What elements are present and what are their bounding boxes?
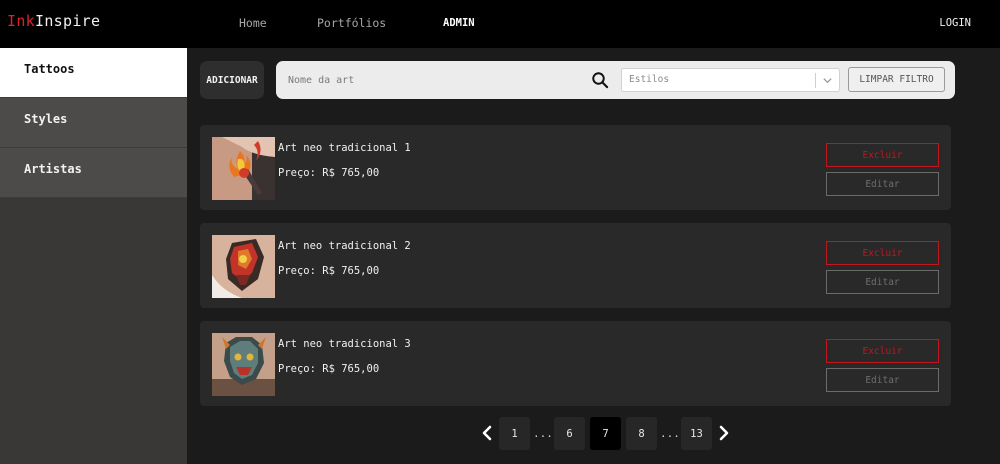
tattoo-torch-image[interactable] [212,137,275,200]
edit-button[interactable]: Editar [826,270,939,294]
main-content: ADICIONAR Estilos LIMPAR FILTRO [187,48,1000,464]
add-button[interactable]: ADICIONAR [200,61,264,99]
brand-logo[interactable]: InkInspire [7,12,100,30]
edit-button[interactable]: Editar [826,368,939,392]
art-price: Preço: R$ 765,00 [278,167,380,179]
brand-name: Inspire [35,12,101,30]
styles-select-placeholder: Estilos [629,74,670,85]
art-title: Art neo tradicional 2 [278,240,411,252]
delete-button[interactable]: Excluir [826,339,939,363]
clear-filter-button[interactable]: LIMPAR FILTRO [848,67,945,92]
search-input[interactable] [288,68,588,92]
art-card: Art neo tradicional 1 Preço: R$ 765,00 E… [200,125,951,210]
art-price: Preço: R$ 765,00 [278,265,380,277]
page-button[interactable]: 1 [499,417,530,450]
delete-button[interactable]: Excluir [826,143,939,167]
select-divider [815,73,816,88]
filter-bar: Estilos LIMPAR FILTRO [276,61,955,99]
login-link[interactable]: LOGIN [939,17,971,29]
page-button[interactable]: 8 [626,417,657,450]
tattoo-beast-image[interactable] [212,333,275,396]
sidebar-item-artistas[interactable]: Artistas [0,148,187,198]
pagination: 1 ... 6 7 8 ... 13 [187,417,1000,450]
art-title: Art neo tradicional 1 [278,142,411,154]
page-button[interactable]: 6 [554,417,585,450]
nav-admin[interactable]: ADMIN [443,17,475,29]
top-navbar: InkInspire Home Portfólios ADMIN LOGIN [0,0,1000,48]
art-title: Art neo tradicional 3 [278,338,411,350]
nav-home[interactable]: Home [239,16,267,30]
search-icon[interactable] [591,71,609,89]
brand-prefix: Ink [7,12,35,30]
chevron-down-icon [823,78,832,84]
pagination-ellipsis: ... [660,427,680,440]
tattoo-ornament-image[interactable] [212,235,275,298]
art-price: Preço: R$ 765,00 [278,363,380,375]
chevron-right-icon[interactable] [716,425,732,441]
edit-button[interactable]: Editar [826,172,939,196]
styles-select[interactable]: Estilos [621,68,840,92]
chevron-left-icon[interactable] [479,425,495,441]
sidebar-item-styles[interactable]: Styles [0,98,187,148]
sidebar-item-tattoos[interactable]: Tattoos [0,48,187,98]
page-button[interactable]: 13 [681,417,712,450]
pagination-ellipsis: ... [533,427,553,440]
sidebar: Tattoos Styles Artistas [0,48,187,464]
art-card: Art neo tradicional 3 Preço: R$ 765,00 E… [200,321,951,406]
art-card: Art neo tradicional 2 Preço: R$ 765,00 E… [200,223,951,308]
page-button-current[interactable]: 7 [590,417,621,450]
nav-portfolios[interactable]: Portfólios [317,16,386,30]
delete-button[interactable]: Excluir [826,241,939,265]
